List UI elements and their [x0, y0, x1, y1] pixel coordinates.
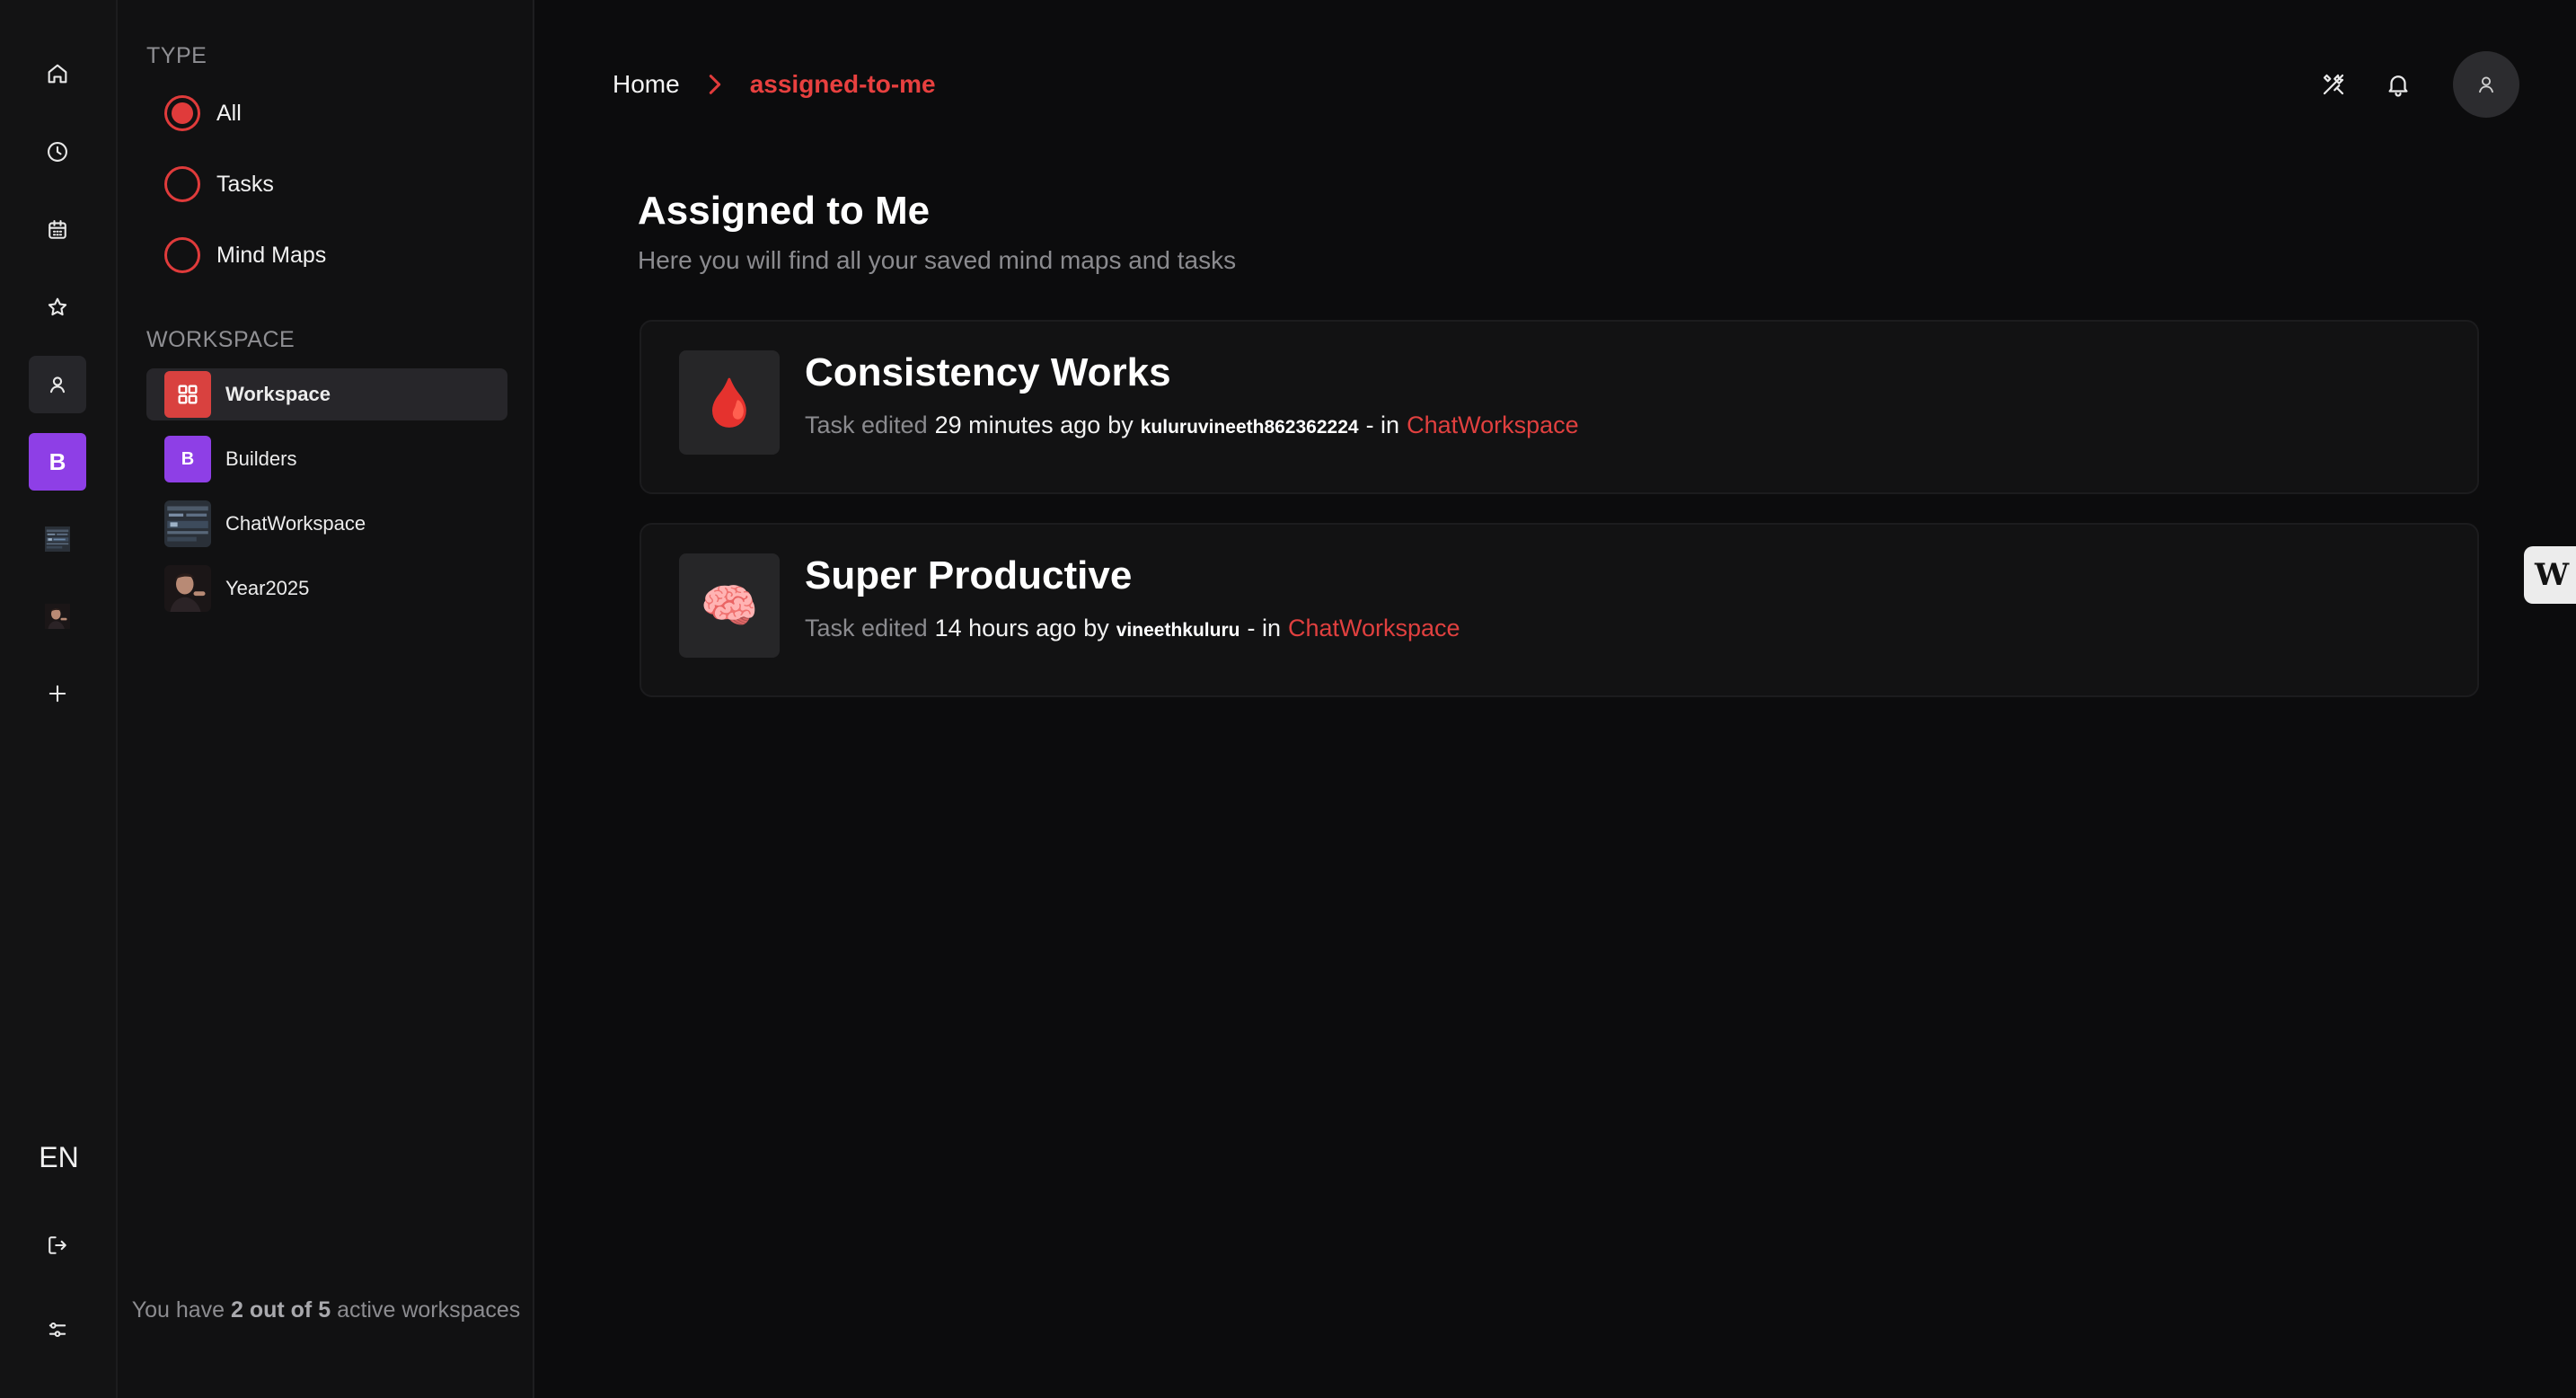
workspace-item-builders[interactable]: B Builders — [146, 433, 507, 485]
calendar-icon[interactable] — [29, 201, 86, 259]
breadcrumb-home[interactable]: Home — [613, 70, 680, 99]
item-workspace-link[interactable]: ChatWorkspace — [1407, 411, 1579, 439]
workspace-label: Workspace — [225, 383, 331, 405]
workspace-item-year2025[interactable]: Year2025 — [146, 562, 507, 615]
workspace-chat-thumbnail[interactable] — [29, 510, 86, 568]
footer-prefix: You have — [131, 1297, 225, 1323]
tools-icon[interactable] — [2314, 65, 2353, 104]
workspace-label: ChatWorkspace — [225, 512, 366, 535]
language-selector[interactable]: EN — [0, 1141, 118, 1174]
icon-rail: B EN — [0, 0, 118, 1398]
item-in: - in — [1365, 411, 1400, 438]
radio-selected-icon[interactable] — [164, 95, 200, 131]
home-icon[interactable] — [29, 45, 86, 102]
footer-count: 2 out of 5 — [231, 1297, 331, 1323]
workspace-item-chatworkspace[interactable]: ChatWorkspace — [146, 498, 507, 550]
settings-sliders-icon[interactable] — [29, 1301, 86, 1358]
item-time: 29 minutes ago — [934, 411, 1101, 438]
item-title[interactable]: Consistency Works — [805, 350, 1171, 395]
year2025-photo — [164, 565, 211, 612]
assigned-item-card[interactable]: 🩸 Consistency Works Task edited 29 minut… — [640, 320, 2479, 494]
workspace-label: Builders — [225, 447, 297, 470]
workspace-label: Year2025 — [225, 577, 310, 599]
drop-icon: 🩸 — [679, 350, 780, 455]
footer-suffix: active workspaces — [337, 1297, 521, 1323]
item-title[interactable]: Super Productive — [805, 553, 1132, 598]
type-radio-mind-maps[interactable]: Mind Maps — [164, 235, 326, 275]
user-icon[interactable] — [29, 356, 86, 413]
item-user: kuluruvineeth862362224 — [1140, 417, 1359, 438]
user-avatar[interactable] — [2453, 51, 2519, 118]
floating-side-tab[interactable]: W — [2524, 546, 2576, 604]
item-action: Task edited — [805, 411, 928, 438]
app-root: B EN TYPE All Tasks Mind Maps WORKSPACE … — [0, 0, 2576, 1398]
radio-unselected-icon[interactable] — [164, 166, 200, 202]
filter-sidebar: TYPE All Tasks Mind Maps WORKSPACE Works… — [118, 0, 534, 1398]
chevron-right-icon — [705, 72, 725, 97]
type-option-label: All — [216, 100, 242, 126]
chatworkspace-thumbnail — [164, 500, 211, 547]
page-title: Assigned to Me — [638, 189, 931, 233]
star-icon[interactable] — [29, 279, 86, 336]
workspace-builders-avatar[interactable]: B — [29, 433, 86, 491]
bell-icon[interactable] — [2378, 65, 2418, 104]
item-in: - in — [1247, 615, 1281, 641]
assigned-item-card[interactable]: 🧠 Super Productive Task edited 14 hours … — [640, 523, 2479, 697]
item-time: 14 hours ago — [934, 615, 1077, 641]
workspace-year2025-photo[interactable] — [29, 588, 86, 645]
type-radio-tasks[interactable]: Tasks — [164, 164, 274, 204]
add-workspace-icon[interactable] — [29, 665, 86, 722]
item-action: Task edited — [805, 615, 928, 641]
brain-icon: 🧠 — [679, 553, 780, 658]
clock-icon[interactable] — [29, 123, 86, 181]
item-by: by — [1083, 615, 1109, 641]
item-workspace-link[interactable]: ChatWorkspace — [1288, 615, 1460, 642]
type-option-label: Tasks — [216, 171, 274, 197]
active-workspaces-note: You have 2 out of 5 active workspaces — [118, 1294, 534, 1327]
breadcrumb-current: assigned-to-me — [749, 70, 936, 98]
breadcrumb: Home assigned-to-me — [613, 65, 936, 104]
item-by: by — [1107, 411, 1134, 438]
radio-unselected-icon[interactable] — [164, 237, 200, 273]
type-section-title: TYPE — [146, 43, 207, 68]
page-subtitle: Here you will find all your saved mind m… — [638, 246, 1237, 274]
item-user: vineethkuluru — [1116, 620, 1240, 641]
logout-icon[interactable] — [29, 1217, 86, 1274]
item-meta: Task edited 14 hours ago by vineethkulur… — [805, 615, 1460, 642]
grid-icon — [164, 371, 211, 418]
workspace-section-title: WORKSPACE — [146, 327, 296, 352]
type-radio-all[interactable]: All — [164, 93, 242, 133]
builders-letter-avatar: B — [164, 436, 211, 482]
workspace-item-workspace[interactable]: Workspace — [146, 368, 507, 420]
type-option-label: Mind Maps — [216, 242, 327, 268]
item-meta: Task edited 29 minutes ago by kuluruvine… — [805, 411, 1579, 439]
